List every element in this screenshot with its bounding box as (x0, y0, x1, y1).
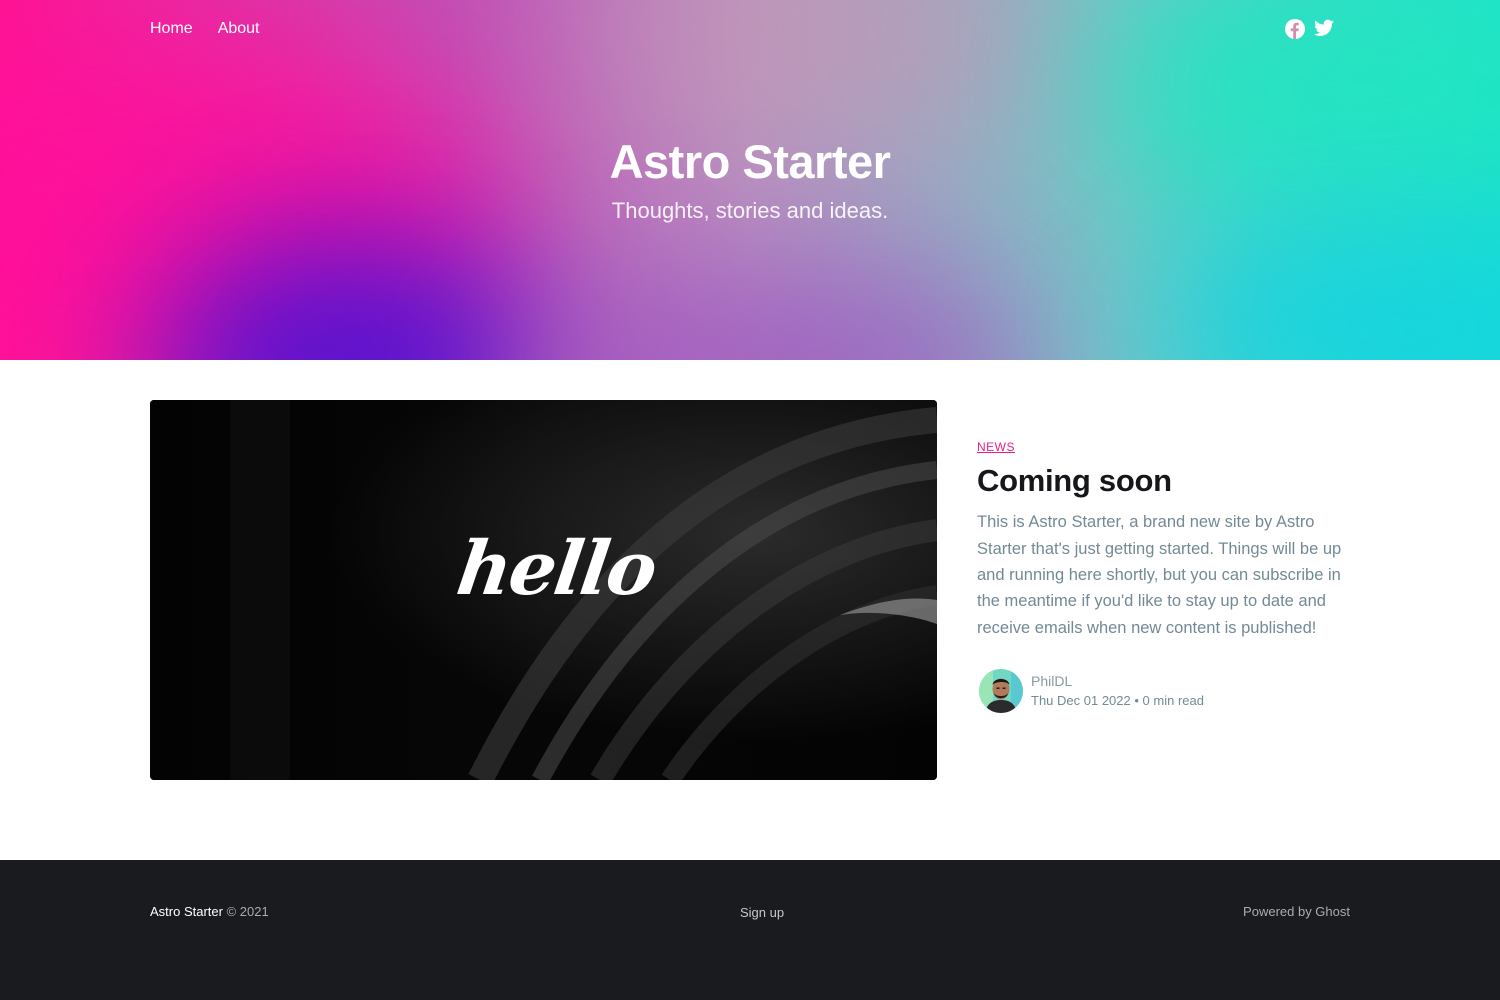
post-title[interactable]: Coming soon (977, 462, 1350, 499)
nav-about-link[interactable]: About (218, 20, 260, 38)
footer-copyright: Astro Starter © 2021 (150, 904, 269, 919)
post-excerpt[interactable]: This is Astro Starter, a brand new site … (977, 509, 1350, 641)
post-card: hello News Coming soon This is Astro Sta… (150, 400, 1350, 780)
social-links (1285, 19, 1334, 39)
nav-links: Home About (150, 20, 260, 38)
post-meta: PhilDL Thu Dec 01 2022 • 0 min read (977, 667, 1350, 716)
post-image-hello-text: hello (451, 526, 661, 612)
site-description: Thoughts, stories and ideas. (611, 198, 889, 223)
reading-time: 0 min read (1142, 692, 1204, 708)
post-date: Thu Dec 01 2022 (1031, 692, 1131, 708)
post-meta-text: PhilDL Thu Dec 01 2022 • 0 min read (1031, 672, 1204, 710)
author-avatar[interactable] (977, 667, 1025, 716)
post-feature-image[interactable]: hello (150, 400, 937, 780)
footer-copyright-year: © 2021 (226, 904, 269, 919)
site-footer (0, 860, 1500, 1000)
post-content: News Coming soon This is Astro Starter, … (937, 400, 1350, 780)
meta-separator: • (1134, 692, 1139, 708)
nav-home-link[interactable]: Home (150, 20, 193, 38)
footer-brand-link[interactable]: Astro Starter (150, 904, 223, 919)
facebook-icon[interactable] (1285, 19, 1305, 39)
site-title: Astro Starter (609, 135, 891, 188)
twitter-icon[interactable] (1314, 19, 1334, 39)
site-header: Home About Astro Starter Thoughts, stori… (0, 0, 1500, 360)
main-nav: Home About (150, 0, 1350, 58)
footer-powered-by-link[interactable]: Powered by Ghost (1243, 904, 1350, 919)
post-tag[interactable]: News (977, 440, 1350, 454)
hero-gradient-blob (1150, 220, 1500, 360)
author-name[interactable]: PhilDL (1031, 673, 1072, 689)
hero-gradient-blob (520, 260, 1040, 360)
footer-signup-link[interactable]: Sign up (740, 905, 784, 920)
